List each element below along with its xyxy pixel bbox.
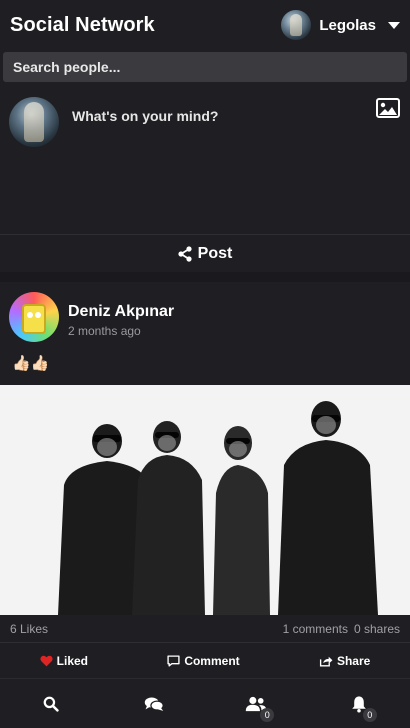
post-button-label: Post xyxy=(197,244,233,262)
like-button-label: Liked xyxy=(56,654,88,668)
comment-button[interactable]: Comment xyxy=(167,654,240,668)
search-icon xyxy=(43,696,59,712)
comments-count[interactable]: 1 comments xyxy=(283,622,348,636)
feed-post: Deniz Akpınar 2 months ago 👍🏻👍🏻 6 Likes … xyxy=(0,282,410,678)
nav-friends[interactable]: 0 xyxy=(236,684,276,724)
post-author-name[interactable]: Deniz Akpınar xyxy=(68,303,174,321)
post-timestamp: 2 months ago xyxy=(68,324,141,338)
share-button-label: Share xyxy=(336,654,371,668)
app-title[interactable]: Social Network xyxy=(10,14,155,37)
composer-avatar xyxy=(9,97,59,147)
nav-messages[interactable] xyxy=(134,684,174,724)
comment-button-label: Comment xyxy=(184,654,240,668)
chat-icon xyxy=(144,696,164,711)
post-photo[interactable] xyxy=(0,385,410,615)
post-author-avatar[interactable] xyxy=(9,292,59,342)
post-text: 👍🏻👍🏻 xyxy=(12,355,50,372)
share-arrow-icon xyxy=(319,656,333,667)
post-composer: What's on your mind? Post xyxy=(0,86,410,272)
post-actions: Liked Comment Share xyxy=(0,644,410,678)
user-avatar[interactable] xyxy=(281,10,312,40)
heart-icon xyxy=(40,655,53,667)
search-input[interactable] xyxy=(3,52,407,82)
friends-badge: 0 xyxy=(260,707,275,722)
shares-count[interactable]: 0 shares xyxy=(354,622,400,636)
notifications-badge: 0 xyxy=(362,707,377,722)
caret-down-icon[interactable] xyxy=(388,21,400,29)
like-button[interactable]: Liked xyxy=(40,654,88,668)
composer-input[interactable]: What's on your mind? xyxy=(72,108,218,124)
search-bar xyxy=(0,50,410,86)
post-stats: 6 Likes 1 comments 0 shares xyxy=(0,615,410,643)
bottom-nav: 0 0 xyxy=(0,678,410,728)
post-button[interactable]: Post xyxy=(0,235,410,272)
likes-count[interactable]: 6 Likes xyxy=(10,622,48,636)
spongebob-avatar-art xyxy=(22,304,46,334)
comment-icon xyxy=(167,655,180,667)
user-menu[interactable]: Legolas xyxy=(281,10,400,40)
user-name[interactable]: Legolas xyxy=(319,17,376,34)
top-bar: Social Network Legolas xyxy=(0,0,410,50)
share-button[interactable]: Share xyxy=(319,654,370,668)
share-icon xyxy=(178,245,192,262)
nav-search[interactable] xyxy=(31,684,71,724)
image-icon[interactable] xyxy=(376,98,400,118)
band-photo-image xyxy=(0,385,410,615)
nav-notifications[interactable]: 0 xyxy=(339,684,379,724)
